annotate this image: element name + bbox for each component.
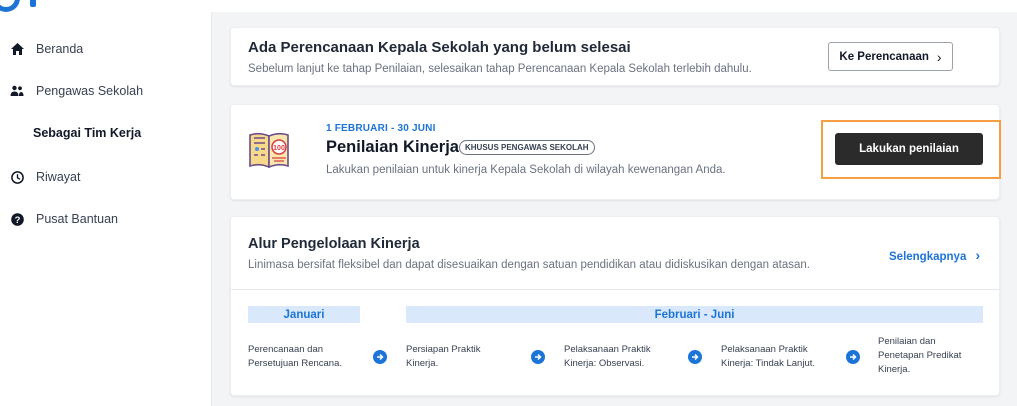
arrow-right-icon [373,350,387,364]
assessment-date-range: 1 FEBRUARI - 30 JUNI [326,123,436,134]
go-to-planning-button[interactable]: Ke Perencanaan › [828,42,953,71]
flow-subtitle: Linimasa bersifat fleksibel dan dapat di… [248,259,810,271]
notice-subtitle: Sebelum lanjut ke tahap Penilaian, seles… [248,63,752,75]
sidebar-subitem-tim-kerja[interactable]: Sebagai Tim Kerja [33,126,141,140]
assessment-description: Lakukan penilaian untuk kinerja Kepala S… [326,164,726,176]
divider [231,289,999,290]
book-icon: 100 [248,129,292,169]
phase-januari: Januari [248,306,360,323]
step-line: Persiapan Praktik [406,344,481,355]
flow-step: Pelaksanaan Praktik Kinerja: Observasi. [564,343,651,371]
step-line: Pelaksanaan Praktik [721,344,808,355]
notice-title: Ada Perencanaan Kepala Sekolah yang belu… [248,39,631,56]
svg-text:100: 100 [273,145,285,152]
sidebar-item-riwayat[interactable]: Riwayat [10,170,80,184]
arrow-right-icon [688,350,702,364]
sidebar-item-label: Pengawas Sekolah [36,84,144,98]
chevron-right-icon: › [975,247,981,263]
phase-februari-juni: Februari - Juni [406,306,983,323]
arrow-right-icon [846,350,860,364]
clock-icon [10,170,24,184]
sidebar-item-pusat-bantuan[interactable]: ? Pusat Bantuan [10,212,118,226]
people-icon [10,84,24,98]
planning-notice-card: Ada Perencanaan Kepala Sekolah yang belu… [230,27,1000,86]
flow-step: Pelaksanaan Praktik Kinerja: Tindak Lanj… [721,343,815,371]
flow-step: Persiapan Praktik Kinerja. [406,343,480,371]
performance-flow-card: Alur Pengelolaan Kinerja Linimasa bersif… [230,216,1000,396]
sidebar-item-label: Beranda [36,42,84,56]
step-line: Kinerja: Tindak Lanjut. [721,358,816,369]
see-more-link[interactable]: Selengkapnya › [889,247,980,263]
step-line: Kinerja: Observasi. [564,358,645,369]
sidebar-item-beranda[interactable]: Beranda [10,42,83,56]
flow-step: Penilaian dan Penetapan Predikat Kinerja… [878,335,961,377]
flow-title: Alur Pengelolaan Kinerja [248,236,420,252]
step-line: Pelaksanaan Praktik [564,344,651,355]
svg-text:?: ? [14,215,20,226]
link-label: Selengkapnya [889,251,967,263]
help-icon: ? [10,212,24,226]
do-assessment-button[interactable]: Lakukan penilaian [835,133,983,165]
assessment-card: 100 1 FEBRUARI - 30 JUNI Penilaian Kiner… [230,104,1001,200]
flow-step: Perencanaan dan Persetujuan Rencana. [248,343,342,371]
step-line: Kinerja. [878,364,911,375]
step-line: Penilaian dan [878,336,936,347]
assessment-title: Penilaian Kinerja [326,138,459,156]
step-line: Penetapan Predikat [878,350,962,361]
sidebar-item-pengawas-sekolah[interactable]: Pengawas Sekolah [10,84,143,98]
logo-mark [30,0,36,7]
supervisor-only-badge: KHUSUS PENGAWAS SEKOLAH [459,140,595,155]
chevron-right-icon: › [936,48,942,65]
step-line: Perencanaan dan [248,344,324,355]
sidebar-item-label: Riwayat [36,170,81,184]
logo [0,0,20,12]
button-label: Ke Perencanaan [839,50,929,63]
step-line: Persetujuan Rencana. [248,358,343,369]
sidebar: Beranda Pengawas Sekolah Sebagai Tim Ker… [0,12,212,406]
top-bar [0,0,1017,12]
sidebar-item-label: Pusat Bantuan [36,212,119,226]
step-line: Kinerja. [406,358,439,369]
arrow-right-icon [531,350,545,364]
home-icon [10,42,24,56]
